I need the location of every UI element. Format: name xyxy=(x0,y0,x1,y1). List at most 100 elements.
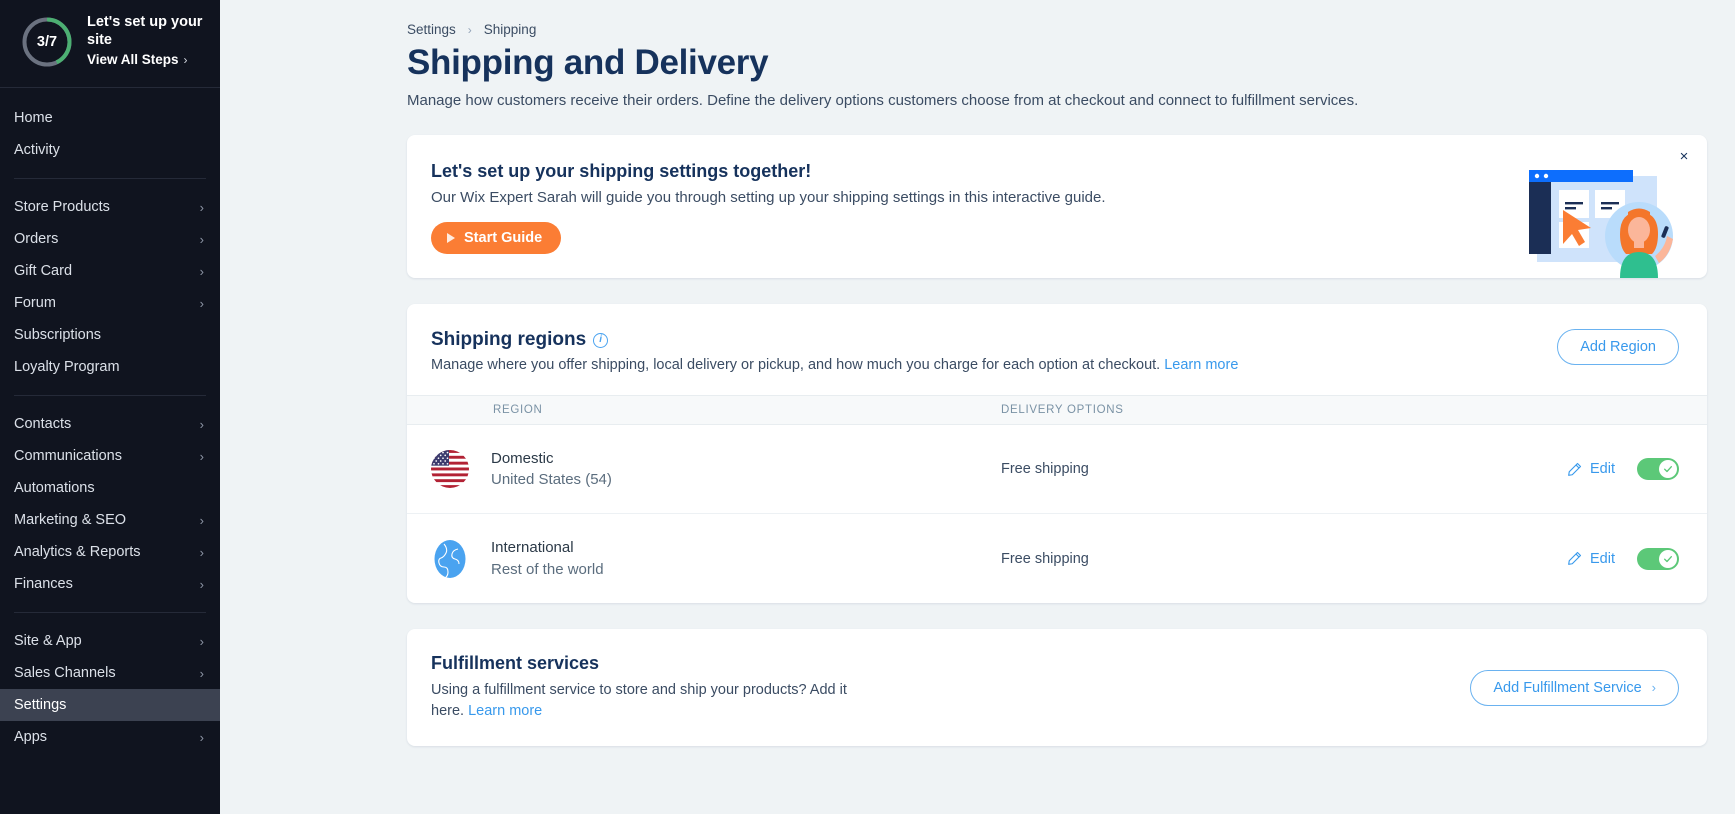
chevron-right-icon: › xyxy=(199,512,204,528)
shipping-regions-description-text: Manage where you offer shipping, local d… xyxy=(431,357,1165,374)
region-cell: International Rest of the world xyxy=(431,537,1001,581)
sidebar-item-label: Finances xyxy=(14,576,73,592)
progress-ring: 3/7 xyxy=(20,15,74,69)
chevron-right-icon: › xyxy=(199,576,204,592)
breadcrumb-item-settings[interactable]: Settings xyxy=(407,22,456,37)
add-region-button[interactable]: Add Region xyxy=(1557,329,1679,366)
nav-divider xyxy=(14,612,206,613)
sidebar-item-label: Site & App xyxy=(14,633,82,649)
sidebar-item-label: Marketing & SEO xyxy=(14,512,127,528)
edit-region-button[interactable]: Edit xyxy=(1567,461,1615,477)
add-region-label: Add Region xyxy=(1580,339,1656,356)
toggle-knob xyxy=(1659,549,1677,568)
fulfillment-services-card: Fulfillment services Using a fulfillment… xyxy=(407,629,1707,747)
row-actions: Edit xyxy=(1499,458,1679,481)
us-flag-icon xyxy=(431,450,469,489)
sidebar-item-orders[interactable]: Orders › xyxy=(0,223,220,255)
row-actions: Edit xyxy=(1499,547,1679,570)
sidebar-item-label: Activity xyxy=(14,142,60,158)
nav-group-marketing: Contacts › Communications › Automations … xyxy=(0,404,220,604)
region-enabled-toggle[interactable] xyxy=(1637,458,1679,481)
sidebar-item-label: Automations xyxy=(14,480,95,496)
chevron-right-icon: › xyxy=(199,729,204,745)
sidebar-item-label: Gift Card xyxy=(14,263,73,279)
sidebar-item-gift-card[interactable]: Gift Card › xyxy=(0,255,220,287)
pencil-icon xyxy=(1568,462,1582,476)
app-root: 3/7 Let's set up your site View All Step… xyxy=(0,0,1735,814)
sidebar-item-subscriptions[interactable]: Subscriptions xyxy=(0,319,220,351)
check-icon xyxy=(1664,466,1672,473)
chevron-right-icon: › xyxy=(199,263,204,279)
sidebar: 3/7 Let's set up your site View All Step… xyxy=(0,0,220,814)
fulfillment-text-block: Fulfillment services Using a fulfillment… xyxy=(431,653,861,722)
shipping-regions-heading-block: Shipping regions i Manage where you offe… xyxy=(431,329,1238,373)
close-banner-button[interactable]: × xyxy=(1673,145,1695,167)
chevron-right-icon: › xyxy=(199,295,204,311)
sidebar-item-communications[interactable]: Communications › xyxy=(0,440,220,472)
chevron-right-icon: › xyxy=(1651,680,1656,696)
region-name-block: Domestic United States (54) xyxy=(491,448,612,492)
sidebar-item-label: Home xyxy=(14,110,53,126)
sidebar-item-activity[interactable]: Activity xyxy=(0,134,220,166)
main-content: Settings › Shipping Shipping and Deliver… xyxy=(220,0,1735,814)
table-row[interactable]: Domestic United States (54) Free shippin… xyxy=(407,425,1707,515)
setup-guide-banner: Let's set up your shipping settings toge… xyxy=(407,135,1707,279)
chevron-right-icon: › xyxy=(199,633,204,649)
check-icon xyxy=(1664,555,1672,562)
toggle-knob xyxy=(1659,460,1677,479)
sidebar-item-label: Subscriptions xyxy=(14,327,102,343)
view-all-steps-label: View All Steps xyxy=(87,52,179,68)
chevron-right-icon: › xyxy=(199,199,204,215)
chevron-right-icon: › xyxy=(467,22,472,37)
sidebar-item-forum[interactable]: Forum › xyxy=(0,287,220,319)
nav-divider xyxy=(14,395,206,396)
info-icon[interactable]: i xyxy=(593,332,609,348)
sidebar-item-contacts[interactable]: Contacts › xyxy=(0,408,220,440)
sidebar-item-loyalty-program[interactable]: Loyalty Program xyxy=(0,351,220,383)
sidebar-item-analytics-reports[interactable]: Analytics & Reports › xyxy=(0,536,220,568)
progress-ring-label: 3/7 xyxy=(36,33,58,50)
sidebar-item-store-products[interactable]: Store Products › xyxy=(0,191,220,223)
sidebar-item-automations[interactable]: Automations xyxy=(0,472,220,504)
sidebar-item-site-app[interactable]: Site & App › xyxy=(0,625,220,657)
breadcrumb-item-shipping[interactable]: Shipping xyxy=(484,22,537,37)
breadcrumb: Settings › Shipping xyxy=(407,22,1707,37)
nav-divider xyxy=(14,178,206,179)
setup-progress-block[interactable]: 3/7 Let's set up your site View All Step… xyxy=(0,0,220,88)
edit-label: Edit xyxy=(1590,550,1615,567)
shipping-regions-description: Manage where you offer shipping, local d… xyxy=(431,357,1238,373)
region-name: Domestic xyxy=(491,449,554,467)
sidebar-item-label: Apps xyxy=(14,729,48,745)
sidebar-item-finances[interactable]: Finances › xyxy=(0,568,220,600)
table-row[interactable]: International Rest of the world Free shi… xyxy=(407,514,1707,603)
region-subtitle: United States (54) xyxy=(491,471,612,489)
chevron-right-icon: › xyxy=(183,53,188,68)
edit-region-button[interactable]: Edit xyxy=(1567,551,1615,567)
region-name: International xyxy=(491,539,574,556)
learn-more-link[interactable]: Learn more xyxy=(468,703,542,719)
sidebar-item-settings[interactable]: Settings xyxy=(0,689,220,721)
nav-group-store: Store Products › Orders › Gift Card › Fo… xyxy=(0,187,220,387)
column-header-delivery-options: DELIVERY OPTIONS xyxy=(1001,404,1124,417)
guide-illustration-icon xyxy=(1529,170,1673,279)
view-all-steps-link[interactable]: View All Steps › xyxy=(87,52,188,69)
sidebar-item-apps[interactable]: Apps › xyxy=(0,721,220,753)
sidebar-item-home[interactable]: Home xyxy=(0,102,220,134)
fulfillment-title: Fulfillment services xyxy=(431,653,600,674)
learn-more-link[interactable]: Learn more xyxy=(1164,357,1238,373)
sidebar-item-label: Store Products xyxy=(14,199,110,215)
column-header-region: REGION xyxy=(493,404,543,417)
chevron-right-icon: › xyxy=(199,544,204,560)
nav-group-main: Home Activity xyxy=(0,98,220,170)
chevron-right-icon: › xyxy=(199,448,204,464)
add-fulfillment-service-button[interactable]: Add Fulfillment Service › xyxy=(1470,669,1679,706)
sidebar-item-label: Orders xyxy=(14,231,59,247)
region-enabled-toggle[interactable] xyxy=(1637,547,1679,570)
banner-title: Let's set up your shipping settings toge… xyxy=(431,161,812,182)
start-guide-button[interactable]: Start Guide xyxy=(431,222,562,255)
sidebar-item-label: Contacts xyxy=(14,416,72,432)
banner-body: Let's set up your shipping settings toge… xyxy=(407,135,1517,278)
region-cell: Domestic United States (54) xyxy=(431,448,1001,492)
sidebar-item-marketing-seo[interactable]: Marketing & SEO › xyxy=(0,504,220,536)
sidebar-item-sales-channels[interactable]: Sales Channels › xyxy=(0,657,220,689)
